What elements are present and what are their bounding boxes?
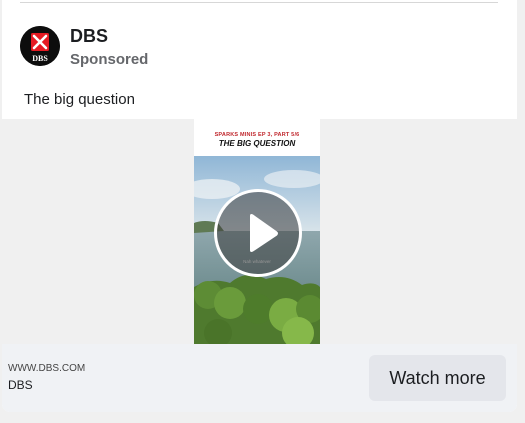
video-caption-title: THE BIG QUESTION	[218, 139, 296, 148]
post-header: DBS DBS Sponsored	[2, 0, 517, 90]
video-caption-subtitle: SPARKS MINIS EP 3, PART 5/6	[214, 132, 300, 138]
post-text: The big question	[24, 91, 135, 108]
ad-footer[interactable]: WWW.DBS.COM DBS Watch more	[2, 344, 517, 412]
page-name-link[interactable]: DBS	[70, 26, 108, 46]
dbs-logo-avatar[interactable]: DBS	[20, 26, 60, 66]
dbs-logo-icon: DBS	[20, 26, 60, 66]
sponsored-label[interactable]: Sponsored	[70, 51, 148, 69]
link-domain[interactable]: WWW.DBS.COM	[8, 363, 85, 375]
play-icon	[250, 214, 278, 252]
play-button[interactable]	[214, 189, 302, 277]
watch-more-button[interactable]: Watch more	[369, 355, 506, 401]
video-caption-banner: SPARKS MINIS EP 3, PART 5/6 THE BIG QUES…	[194, 119, 320, 156]
media-area[interactable]: SPARKS MINIS EP 3, PART 5/6 THE BIG QUES…	[2, 119, 517, 344]
sponsored-post-card: DBS DBS Sponsored The big question SPARK…	[2, 0, 517, 412]
avatar-logo-text: DBS	[32, 54, 48, 63]
link-title[interactable]: DBS	[8, 378, 33, 392]
